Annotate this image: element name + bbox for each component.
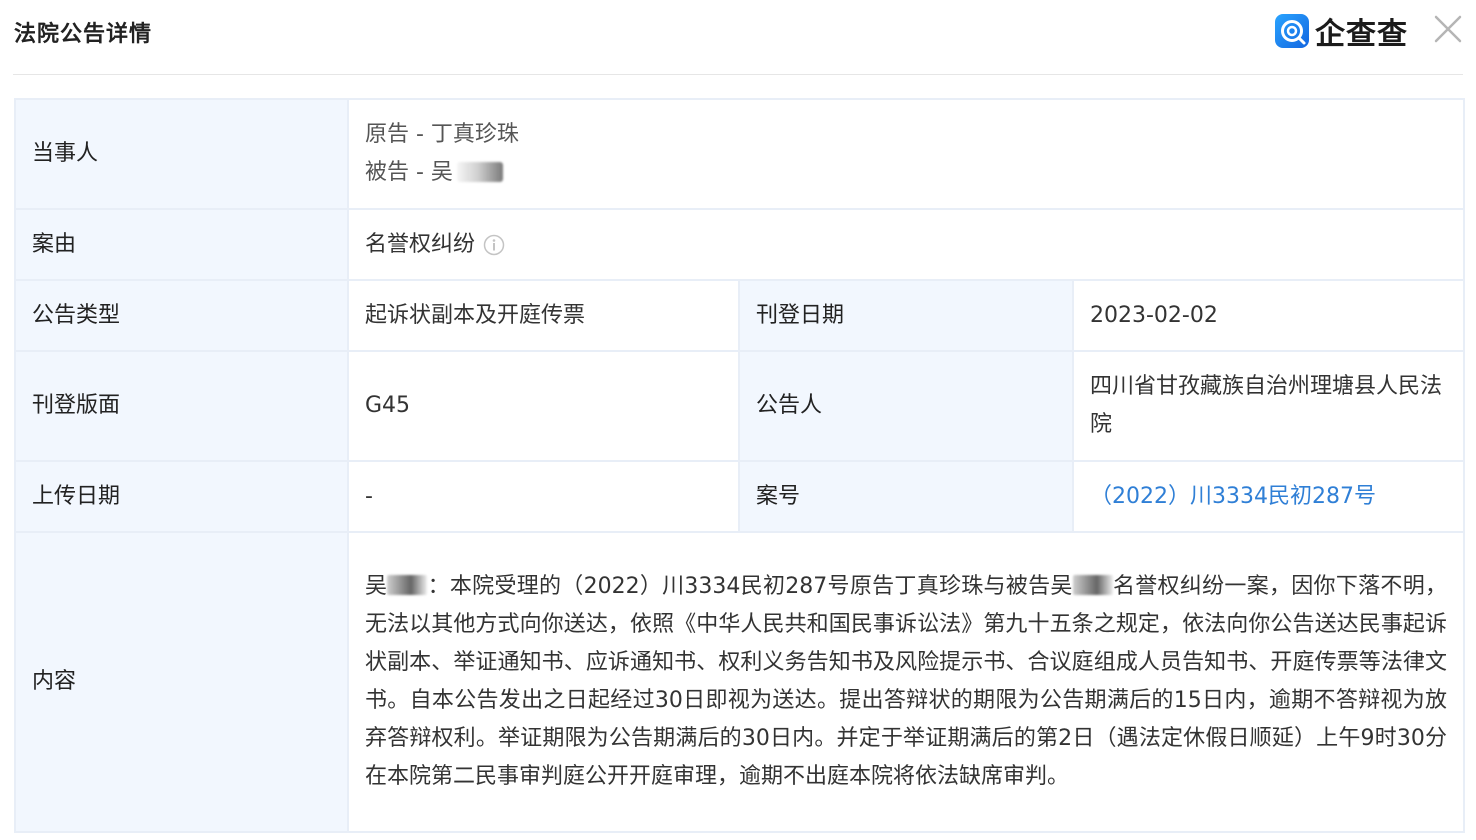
cause-value: 名誉权纠纷	[365, 231, 476, 257]
content-part-1: 吴	[365, 574, 388, 599]
content-part-2: ：本院受理的（2022）川3334民初287号原告丁真珍珠与被告吴	[427, 574, 1073, 599]
redacted-mark	[456, 162, 503, 182]
qichacha-logo-icon	[1275, 14, 1309, 48]
announcer-label: 公告人	[738, 350, 1074, 462]
page-value: G45	[347, 350, 740, 462]
defendant-line: 被告 - 吴	[365, 154, 1447, 192]
redacted-mark	[1072, 575, 1113, 595]
upload-date-value: -	[347, 460, 740, 533]
table-row: 案由 名誉权纠纷	[14, 208, 1466, 281]
case-no-cell: （2022）川3334民初287号	[1071, 460, 1466, 533]
content-label: 内容	[14, 531, 349, 833]
upload-date-label: 上传日期	[14, 460, 349, 533]
table-row: 刊登版面 G45 公告人 四川省甘孜藏族自治州理塘县人民法院	[14, 350, 1466, 462]
header: 法院公告详情 企查查	[13, 0, 1463, 75]
defendant-name: 被告 - 吴	[365, 160, 453, 185]
table-row: 上传日期 - 案号 （2022）川3334民初287号	[14, 460, 1466, 533]
cause-cell: 名誉权纠纷	[346, 208, 1466, 281]
type-value: 起诉状副本及开庭传票	[347, 279, 740, 352]
case-no-link[interactable]: （2022）川3334民初287号	[1090, 484, 1376, 509]
close-button[interactable]	[1431, 12, 1465, 46]
content-text: 吴 ：本院受理的（2022）川3334民初287号原告丁真珍珠与被告吴 名誉权纠纷一…	[365, 556, 1447, 808]
close-icon	[1434, 15, 1462, 43]
party-label: 当事人	[14, 98, 349, 210]
brand-logo: 企查查	[1275, 12, 1408, 52]
plaintiff-line: 原告 - 丁真珍珠	[365, 122, 519, 147]
table-row: 公告类型 起诉状副本及开庭传票 刊登日期 2023-02-02	[14, 279, 1466, 352]
table-row: 内容 吴 ：本院受理的（2022）川3334民初287号原告丁真珍珠与被告吴 名誉权…	[14, 531, 1466, 833]
content-cell: 吴 ：本院受理的（2022）川3334民初287号原告丁真珍珠与被告吴 名誉权纠纷一…	[346, 531, 1466, 833]
brand-name: 企查查	[1315, 17, 1408, 52]
page-title: 法院公告详情	[14, 22, 153, 47]
redacted-mark	[387, 575, 428, 595]
info-icon[interactable]	[483, 234, 505, 256]
detail-table: 当事人 原告 - 丁真珍珠 被告 - 吴 案由 名誉权纠纷 公告类型 起诉状副本…	[14, 98, 1466, 833]
publish-date-value: 2023-02-02	[1071, 279, 1466, 352]
page-label: 刊登版面	[14, 350, 349, 462]
announcer-value: 四川省甘孜藏族自治州理塘县人民法院	[1071, 350, 1466, 462]
case-no-label: 案号	[738, 460, 1074, 533]
type-label: 公告类型	[14, 279, 349, 352]
party-value: 原告 - 丁真珍珠 被告 - 吴	[346, 98, 1466, 210]
publish-date-label: 刊登日期	[738, 279, 1074, 352]
cause-label: 案由	[14, 208, 349, 281]
table-row: 当事人 原告 - 丁真珍珠 被告 - 吴	[14, 98, 1466, 210]
content-part-3: 名誉权纠纷一案，因你下落不明，无法以其他方式向你送达，依照《中华人民共和国民事诉…	[365, 574, 1448, 789]
